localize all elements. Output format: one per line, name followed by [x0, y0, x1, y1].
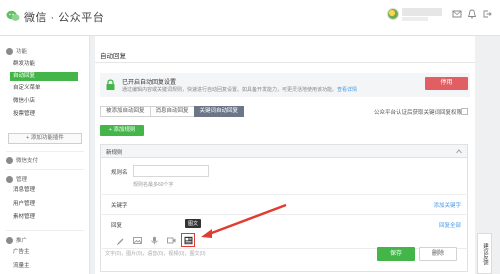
keyword-permission-label: 公众平台认证后获取关键词回复权限	[374, 110, 463, 116]
sidebar-item-mass-send[interactable]: 群发功能	[10, 60, 78, 69]
promote-icon	[6, 237, 13, 245]
bell-icon[interactable]	[467, 9, 477, 19]
feedback-button[interactable]: 建议反馈	[477, 233, 492, 274]
sidebar-divider	[6, 230, 84, 231]
reply-all-label[interactable]: 回复全部	[439, 221, 461, 229]
sidebar-item-advertiser[interactable]: 广告主	[10, 248, 78, 257]
wechat-logo-icon	[6, 10, 20, 21]
top-bar: 微信 · 公众平台	[0, 0, 500, 36]
sidebar-group-label: 管理	[16, 177, 28, 183]
user-name-blurred[interactable]	[402, 8, 442, 16]
tab-message-reply[interactable]: 消息自动回复	[149, 106, 195, 117]
sidebar-item-message-manage[interactable]: 消息管理	[10, 186, 78, 195]
sidebar-item-wechat-shop[interactable]: 微信小店	[10, 97, 78, 106]
sidebar-item-vote-manage[interactable]: 投票管理	[10, 110, 78, 119]
rule-name-input[interactable]	[133, 165, 209, 177]
user-account-blurred	[402, 17, 428, 21]
sidebar-divider	[6, 169, 84, 170]
text-icon[interactable]	[115, 235, 125, 245]
delete-button[interactable]: 删除	[419, 247, 457, 261]
tab-added-reply[interactable]: 被添加自动回复	[100, 106, 151, 117]
logout-icon[interactable]	[482, 9, 492, 19]
add-plugin-button[interactable]: + 添加功能插件	[8, 133, 82, 144]
sidebar-group-promote: 推广	[6, 236, 28, 245]
wechat-pay-icon	[6, 157, 13, 165]
function-icon	[6, 48, 13, 56]
video-icon[interactable]	[166, 235, 176, 245]
sidebar-item-custom-menu[interactable]: 自定义菜单	[10, 84, 78, 93]
sidebar-group-function: 功能	[6, 47, 28, 56]
row-divider	[102, 214, 466, 215]
sidebar-group-wechat-pay[interactable]: 微信支付	[6, 156, 39, 165]
sidebar-group-manage: 管理	[6, 175, 28, 184]
rule-name-hint: 规则名最多60个字	[133, 182, 174, 188]
sidebar-item-user-manage[interactable]: 用户管理	[10, 200, 78, 209]
sidebar-group-label: 微信支付	[16, 158, 39, 164]
keyword-label[interactable]: 关键字	[111, 201, 128, 209]
keyword-permission-checkbox[interactable]	[461, 108, 468, 115]
page-title: 自动回复	[100, 53, 126, 60]
avatar[interactable]	[387, 8, 399, 20]
logo-text[interactable]: 微信 · 公众平台	[24, 9, 104, 25]
notice-description: 通过编辑内容或关键词规则，快速进行自动回复设置。如具备开发能力，可更灵活地使用该…	[122, 86, 357, 93]
sidebar-item-publisher[interactable]: 流量主	[10, 262, 78, 271]
rule-name-label: 规则名	[111, 170, 128, 176]
main-panel: 自动回复 已开启自动回复设置 通过编辑内容或关键词规则，快速进行自动回复设置。如…	[95, 36, 475, 274]
notice-title: 已开启自动回复设置	[122, 80, 177, 86]
auto-reply-notice: 已开启自动回复设置 通过编辑内容或关键词规则，快速进行自动回复设置。如具备开发能…	[100, 73, 470, 97]
sidebar-item-material-manage[interactable]: 素材管理	[10, 213, 78, 222]
add-rule-button[interactable]: + 添加规则	[100, 125, 144, 136]
reply-tabs: 被添加自动回复 消息自动回复 关键词自动回复	[100, 106, 245, 117]
rule-header-label: 新规则	[106, 150, 123, 156]
reply-type-toolbar	[115, 233, 200, 247]
sidebar-group-label: 推广	[16, 238, 28, 244]
reply-label[interactable]: 回复	[111, 221, 122, 229]
news-icon[interactable]	[181, 233, 195, 247]
row-divider	[102, 194, 466, 195]
news-tooltip: 图文	[185, 219, 202, 228]
disable-button[interactable]: 停用	[425, 77, 468, 90]
notice-desc-text: 通过编辑内容或关键词规则，快速进行自动回复设置。如具备开发能力，可更灵活地使用该…	[122, 87, 338, 93]
add-keyword-link[interactable]: 添加关键字	[433, 201, 461, 209]
notice-detail-link[interactable]: 查看详情	[337, 87, 357, 93]
sidebar-group-label: 功能	[16, 49, 28, 55]
voice-icon[interactable]	[149, 235, 159, 245]
save-button[interactable]: 保存	[377, 247, 415, 261]
title-divider	[95, 62, 475, 63]
sidebar: 功能 群发功能 自动回复 自定义菜单 微信小店 投票管理 + 添加功能插件 微信…	[0, 36, 90, 274]
image-icon[interactable]	[132, 235, 142, 245]
reply-counter: 文字(0)，图片(0)，语音(0)，视频(0)，图文(0)	[105, 251, 206, 257]
chevron-up-icon[interactable]	[456, 149, 462, 154]
rule-header[interactable]: 新规则	[101, 145, 467, 158]
sidebar-divider	[6, 151, 84, 152]
message-icon[interactable]	[452, 9, 462, 19]
manage-icon	[6, 176, 13, 184]
tab-keyword-reply[interactable]: 关键词自动回复	[193, 106, 245, 117]
sidebar-item-auto-reply[interactable]: 自动回复	[10, 72, 78, 81]
lock-icon	[106, 79, 115, 90]
